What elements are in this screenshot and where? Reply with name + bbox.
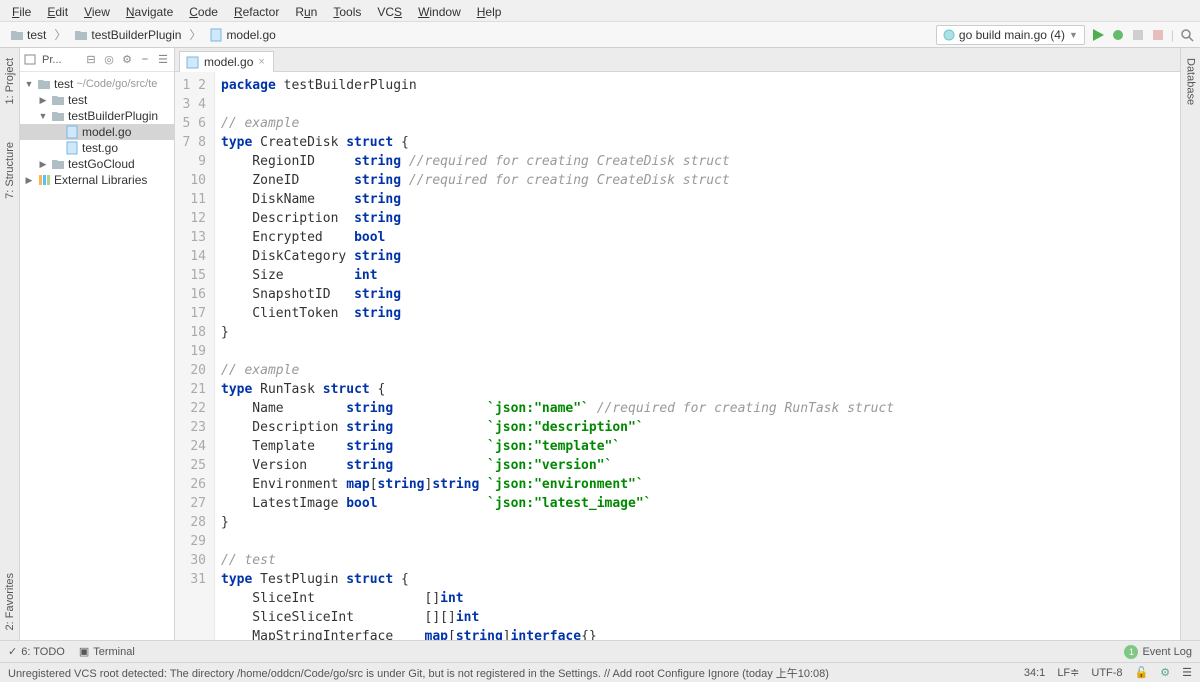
code-editor[interactable]: 1 2 3 4 5 6 7 8 9 10 11 12 13 14 15 16 1… [175, 72, 1180, 640]
tree-node[interactable]: ▶External Libraries [20, 172, 174, 188]
status-encoding[interactable]: UTF-8 [1091, 667, 1122, 679]
gear-icon[interactable]: ☰ [156, 53, 170, 67]
menu-bar: File Edit View Navigate Code Refactor Run Tools… [0, 0, 1200, 22]
menu-code[interactable]: Code [183, 3, 224, 18]
menu-help[interactable]: Help [471, 3, 508, 18]
editor-tab[interactable]: model.go × [179, 51, 274, 72]
run-coverage-button[interactable] [1131, 28, 1145, 42]
tab-project[interactable]: 1: Project [4, 54, 16, 108]
settings-icon[interactable]: ⚙ [120, 53, 134, 67]
menu-navigate[interactable]: Navigate [120, 3, 179, 18]
run-button[interactable] [1091, 28, 1105, 42]
tree-node[interactable]: ▼test ~/Code/go/src/te [20, 76, 174, 92]
menu-edit[interactable]: Edit [41, 3, 74, 18]
status-message[interactable]: Unregistered VCS root detected: The dire… [8, 665, 829, 681]
tab-todo[interactable]: ✓ 6: TODO [8, 645, 65, 658]
menu-window[interactable]: Window [412, 3, 467, 18]
debug-button[interactable] [1111, 28, 1125, 42]
more-icon[interactable]: ☰ [1182, 666, 1192, 679]
project-view-icon[interactable] [24, 53, 38, 67]
tab-eventlog[interactable]: Event Log [1142, 646, 1192, 658]
bottom-toolbar: ✓ 6: TODO ▣ Terminal 1 Event Log [0, 640, 1200, 662]
breadcrumb-item[interactable]: test [6, 27, 50, 43]
tree-node[interactable]: ▶testGoCloud [20, 156, 174, 172]
left-toolstrip: 1: Project 7: Structure 2: Favorites [0, 48, 20, 640]
status-line-ending[interactable]: LF≑ [1057, 666, 1079, 679]
editor-tabbar: model.go × [175, 48, 1180, 72]
hide-icon[interactable]: ⎯ [138, 53, 152, 67]
status-position[interactable]: 34:1 [1024, 667, 1045, 679]
menu-file[interactable]: File [6, 3, 37, 18]
chevron-icon: 〉 [187, 26, 203, 43]
editor-tab-label: model.go [204, 55, 253, 69]
editor-area: model.go × 1 2 3 4 5 6 7 8 9 10 11 12 13… [175, 48, 1180, 640]
search-button[interactable] [1180, 28, 1194, 42]
go-icon [943, 29, 955, 41]
navigation-bar: test〉testBuilderPlugin〉model.go go build… [0, 22, 1200, 48]
target-icon[interactable]: ◎ [102, 53, 116, 67]
dropdown-icon: ▼ [1069, 30, 1078, 40]
collapse-all-icon[interactable]: ⊟ [84, 53, 98, 67]
event-badge: 1 [1124, 645, 1138, 659]
tree-node[interactable]: ▼testBuilderPlugin [20, 108, 174, 124]
tab-favorites[interactable]: 2: Favorites [4, 569, 16, 634]
tab-database[interactable]: Database [1185, 54, 1197, 109]
right-toolstrip: Database [1180, 48, 1200, 640]
project-panel: Pr... ⊟ ◎ ⚙ ⎯ ☰ ▼test ~/Code/go/src/te▶t… [20, 48, 175, 640]
stop-button[interactable] [1151, 28, 1165, 42]
tree-node[interactable]: test.go [20, 140, 174, 156]
project-tree[interactable]: ▼test ~/Code/go/src/te▶test▼testBuilderP… [20, 72, 174, 640]
breadcrumb-item[interactable]: testBuilderPlugin [70, 27, 185, 43]
gofile-icon [186, 56, 199, 69]
tree-node[interactable]: ▶test [20, 92, 174, 108]
project-panel-header: Pr... ⊟ ◎ ⚙ ⎯ ☰ [20, 48, 174, 72]
run-config-label: go build main.go (4) [959, 28, 1065, 42]
run-config-selector[interactable]: go build main.go (4) ▼ [936, 25, 1085, 45]
status-bar: Unregistered VCS root detected: The dire… [0, 662, 1200, 682]
menu-vcs[interactable]: VCS [371, 3, 408, 18]
breadcrumb: test〉testBuilderPlugin〉model.go [6, 26, 280, 43]
lock-icon[interactable]: 🔓 [1135, 666, 1149, 679]
menu-view[interactable]: View [78, 3, 116, 18]
menu-tools[interactable]: Tools [327, 3, 367, 18]
gutter: 1 2 3 4 5 6 7 8 9 10 11 12 13 14 15 16 1… [175, 72, 215, 640]
tab-structure[interactable]: 7: Structure [4, 138, 16, 203]
gear-icon[interactable]: ⚙ [1160, 666, 1170, 679]
menu-run[interactable]: Run [289, 3, 323, 18]
breadcrumb-item[interactable]: model.go [205, 27, 279, 43]
code-content[interactable]: package testBuilderPlugin // example typ… [215, 72, 1180, 640]
close-icon[interactable]: × [258, 56, 264, 68]
chevron-icon: 〉 [52, 26, 68, 43]
tab-terminal[interactable]: ▣ Terminal [79, 645, 135, 658]
project-panel-title: Pr... [42, 54, 62, 66]
tree-node[interactable]: model.go [20, 124, 174, 140]
menu-refactor[interactable]: Refactor [228, 3, 285, 18]
